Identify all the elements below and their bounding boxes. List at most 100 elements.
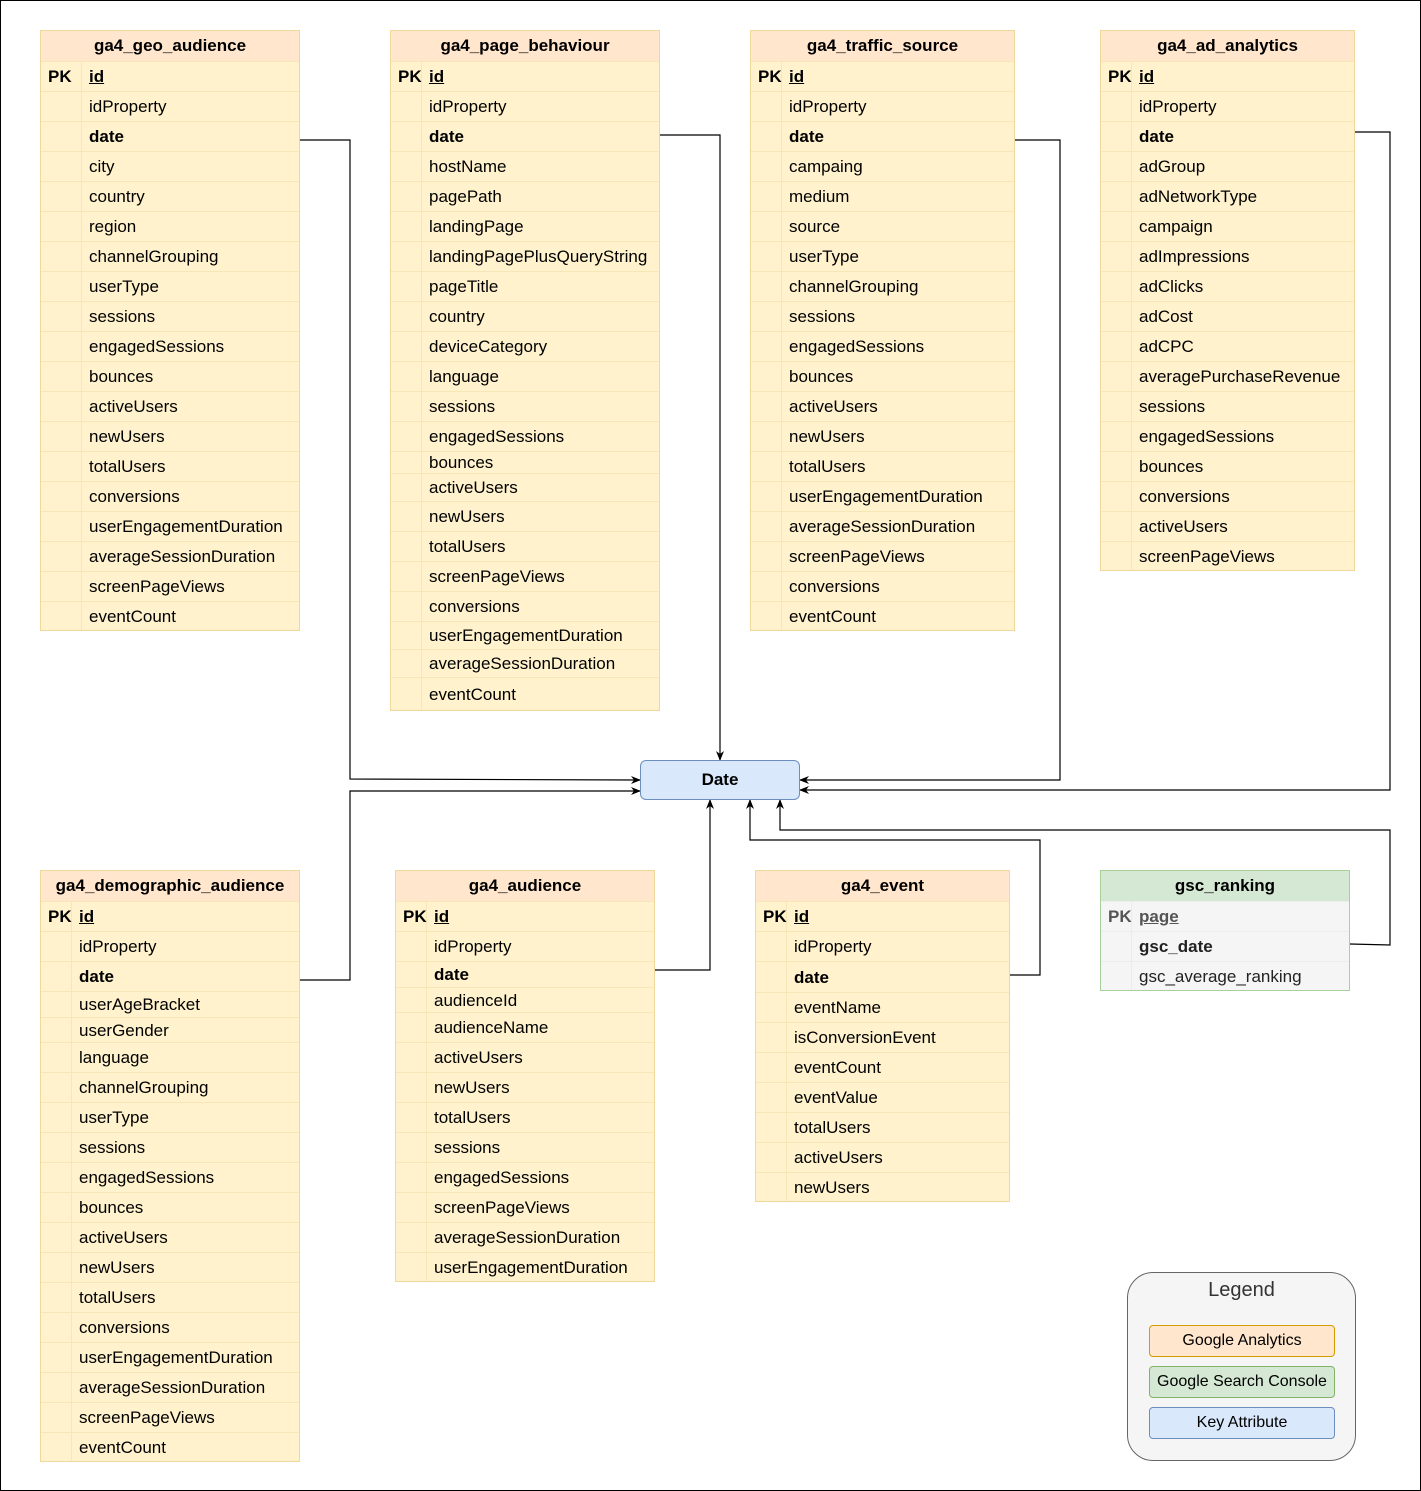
field-row[interactable]: idProperty	[756, 931, 1009, 962]
field-row[interactable]: sessions	[41, 301, 299, 332]
field-row[interactable]: screenPageViews	[41, 571, 299, 602]
field-row[interactable]: screenPageViews	[396, 1192, 654, 1223]
field-row[interactable]: idProperty	[41, 931, 299, 962]
field-row[interactable]: idProperty	[396, 931, 654, 962]
field-row[interactable]: totalUsers	[41, 451, 299, 482]
field-row[interactable]: activeUsers	[41, 391, 299, 422]
field-row[interactable]: engagedSessions	[751, 331, 1014, 362]
field-row[interactable]: averageSessionDuration	[751, 511, 1014, 542]
field-row[interactable]: PK id	[391, 61, 659, 92]
field-row[interactable]: userEngagementDuration	[751, 481, 1014, 512]
field-row[interactable]: region	[41, 211, 299, 242]
field-row[interactable]: userType	[41, 271, 299, 302]
field-row[interactable]: screenPageViews	[41, 1402, 299, 1433]
field-row[interactable]: adGroup	[1101, 151, 1354, 182]
field-row[interactable]: activeUsers	[391, 473, 659, 502]
field-row[interactable]: idProperty	[751, 91, 1014, 122]
field-row[interactable]: channelGrouping	[751, 271, 1014, 302]
field-row[interactable]: userGender	[41, 1017, 299, 1043]
table-ga4-geo-audience[interactable]: ga4_geo_audience PK id idProperty date city co…	[40, 30, 300, 631]
field-row[interactable]: sessions	[1101, 391, 1354, 422]
field-row[interactable]: pagePath	[391, 181, 659, 212]
field-row[interactable]: engagedSessions	[396, 1162, 654, 1193]
field-row[interactable]: conversions	[41, 481, 299, 512]
field-row[interactable]: date	[756, 961, 1009, 993]
field-row[interactable]: sessions	[41, 1132, 299, 1163]
field-row[interactable]: userType	[751, 241, 1014, 272]
field-row[interactable]: language	[41, 1042, 299, 1073]
field-row[interactable]: audienceName	[396, 1012, 654, 1043]
field-row[interactable]: engagedSessions	[41, 1162, 299, 1193]
field-row[interactable]: activeUsers	[396, 1042, 654, 1073]
field-row[interactable]: conversions	[41, 1312, 299, 1343]
field-row[interactable]: PK page	[1101, 901, 1349, 932]
field-row[interactable]: activeUsers	[756, 1142, 1009, 1173]
field-row[interactable]: gsc_date	[1101, 931, 1349, 962]
field-row[interactable]: totalUsers	[756, 1112, 1009, 1143]
field-row[interactable]: PK id	[396, 901, 654, 932]
field-row[interactable]: newUsers	[396, 1072, 654, 1103]
field-row[interactable]: gsc_average_ranking	[1101, 961, 1349, 992]
field-row[interactable]: adNetworkType	[1101, 181, 1354, 212]
field-row[interactable]: audienceId	[396, 987, 654, 1013]
field-row[interactable]: landingPagePlusQueryString	[391, 241, 659, 272]
field-row[interactable]: idProperty	[1101, 91, 1354, 122]
field-row[interactable]: screenPageViews	[1101, 541, 1354, 572]
field-row[interactable]: totalUsers	[396, 1102, 654, 1133]
field-row[interactable]: conversions	[1101, 481, 1354, 512]
field-row[interactable]: date	[396, 961, 654, 988]
field-row[interactable]: PK id	[41, 61, 299, 92]
field-row[interactable]: eventCount	[756, 1052, 1009, 1083]
field-row[interactable]: newUsers	[41, 1252, 299, 1283]
field-row[interactable]: PK id	[751, 61, 1014, 92]
field-row[interactable]: averageSessionDuration	[41, 1372, 299, 1403]
field-row[interactable]: activeUsers	[751, 391, 1014, 422]
field-row[interactable]: PK id	[41, 901, 299, 932]
field-row[interactable]: activeUsers	[1101, 511, 1354, 542]
table-header[interactable]: gsc_ranking	[1101, 871, 1349, 902]
table-header[interactable]: ga4_audience	[396, 871, 654, 902]
table-ga4-event[interactable]: ga4_event PK id idProperty date eventName isCo…	[755, 870, 1010, 1202]
field-row[interactable]: pageTitle	[391, 271, 659, 302]
field-row[interactable]: landingPage	[391, 211, 659, 242]
field-row[interactable]: userAgeBracket	[41, 991, 299, 1018]
field-row[interactable]: averageSessionDuration	[396, 1222, 654, 1253]
field-row[interactable]: date	[391, 121, 659, 152]
field-row[interactable]: engagedSessions	[1101, 421, 1354, 452]
table-ga4-page-behaviour[interactable]: ga4_page_behaviour PK id idProperty date host…	[390, 30, 660, 711]
field-row[interactable]: newUsers	[391, 501, 659, 532]
field-row[interactable]: bounces	[751, 361, 1014, 392]
field-row[interactable]: eventCount	[41, 601, 299, 632]
field-row[interactable]: eventName	[756, 992, 1009, 1023]
field-row[interactable]: eventCount	[41, 1432, 299, 1463]
field-row[interactable]: country	[41, 181, 299, 212]
field-row[interactable]: engagedSessions	[391, 421, 659, 452]
field-row[interactable]: newUsers	[756, 1172, 1009, 1203]
field-row[interactable]: country	[391, 301, 659, 332]
field-row[interactable]: averageSessionDuration	[391, 649, 659, 678]
field-row[interactable]: eventValue	[756, 1082, 1009, 1113]
field-row[interactable]: channelGrouping	[41, 1072, 299, 1103]
table-header[interactable]: ga4_event	[756, 871, 1009, 902]
table-header[interactable]: ga4_geo_audience	[41, 31, 299, 62]
field-row[interactable]: averagePurchaseRevenue	[1101, 361, 1354, 392]
field-row[interactable]: newUsers	[41, 421, 299, 452]
field-row[interactable]: date	[1101, 121, 1354, 152]
field-row[interactable]: averageSessionDuration	[41, 541, 299, 572]
field-row[interactable]: userEngagementDuration	[396, 1252, 654, 1283]
field-row[interactable]: conversions	[751, 571, 1014, 602]
field-row[interactable]: date	[751, 121, 1014, 152]
field-row[interactable]: channelGrouping	[41, 241, 299, 272]
field-row[interactable]: totalUsers	[751, 451, 1014, 482]
table-header[interactable]: ga4_demographic_audience	[41, 871, 299, 902]
field-row[interactable]: idProperty	[41, 91, 299, 122]
field-row[interactable]: userType	[41, 1102, 299, 1133]
table-ga4-audience[interactable]: ga4_audience PK id idProperty date audienceId…	[395, 870, 655, 1282]
field-row[interactable]: totalUsers	[391, 531, 659, 562]
field-row[interactable]: screenPageViews	[751, 541, 1014, 572]
field-row[interactable]: date	[41, 121, 299, 152]
table-ga4-ad-analytics[interactable]: ga4_ad_analytics PK id idProperty date adGrou…	[1100, 30, 1355, 571]
field-row[interactable]: bounces	[41, 361, 299, 392]
field-row[interactable]: sessions	[396, 1132, 654, 1163]
field-row[interactable]: deviceCategory	[391, 331, 659, 362]
